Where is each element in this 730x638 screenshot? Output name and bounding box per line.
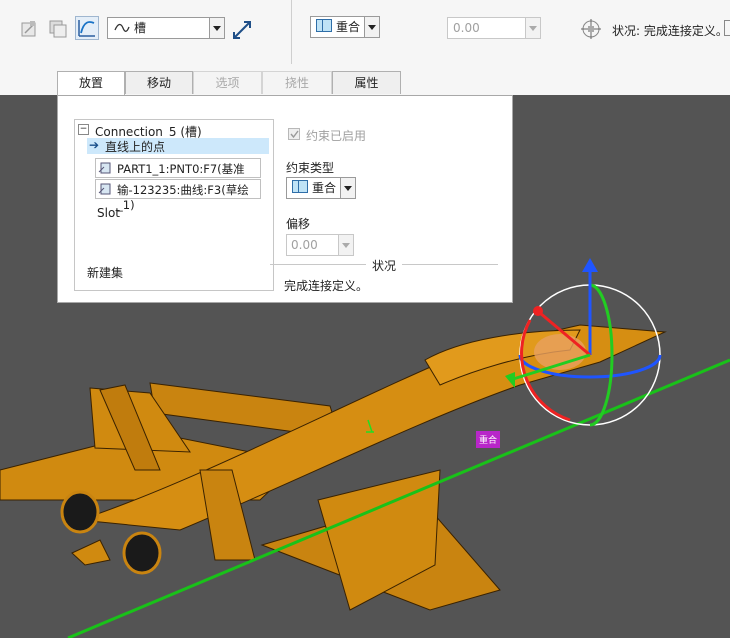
status-group-label: 状况 xyxy=(366,257,403,274)
engine-nozzle-right xyxy=(122,531,162,575)
reference-collector-2[interactable]: 输-123235:曲线:F3(草绘_1) xyxy=(95,179,261,212)
tab-move[interactable]: 移动 xyxy=(125,71,193,94)
aircraft-tail-cone xyxy=(71,539,111,566)
tab-placement[interactable]: 放置 xyxy=(57,71,125,96)
reference-collector-1[interactable]: PART1_1:PNT0:F7(基准点) xyxy=(95,158,261,192)
tab-properties[interactable]: 属性 xyxy=(332,71,401,94)
coincident-icon xyxy=(292,180,308,193)
offset-label: 偏移 xyxy=(286,217,311,231)
offset-input[interactable]: 0.00 xyxy=(447,17,541,39)
connection-tree: − Connection_5 (槽) ➔ 直线上的点 PART1_1:PNT0:… xyxy=(74,119,274,291)
panel-offset-value: 0.00 xyxy=(291,238,318,252)
sketch-icon xyxy=(98,182,112,196)
panel-status-text: 完成连接定义。 xyxy=(284,279,369,293)
chevron-down-icon[interactable] xyxy=(340,178,355,198)
chevron-down-icon[interactable] xyxy=(209,18,224,38)
tree-item-label: 直线上的点 xyxy=(105,140,166,154)
chevron-down-icon[interactable] xyxy=(525,18,540,38)
connection-type-select[interactable]: 槽 xyxy=(107,17,225,39)
tree-item-slot[interactable]: Slot xyxy=(97,206,120,220)
engine-nozzle-left xyxy=(60,490,100,534)
arrow-right-icon: ➔ xyxy=(89,138,100,152)
axis-arrow-blue-head xyxy=(582,258,598,272)
curve-motion-icon[interactable] xyxy=(75,16,99,40)
constraint-enabled-checkbox[interactable] xyxy=(288,128,300,140)
toolbar-separator xyxy=(291,0,292,64)
tree-item-point-on-line[interactable]: ➔ 直线上的点 xyxy=(87,138,269,154)
part-icon xyxy=(98,161,112,175)
tab-flexibility[interactable]: 挠性 xyxy=(262,71,332,94)
collapse-icon[interactable]: − xyxy=(78,124,89,135)
placement-panel: − Connection_5 (槽) ➔ 直线上的点 PART1_1:PNT0:… xyxy=(57,95,513,303)
reference-2-label: 输-123235:曲线:F3(草绘_1) xyxy=(117,183,249,212)
status-text: 状况: 完成连接定义。 xyxy=(612,24,728,38)
constraint-type-label: 约束类型 xyxy=(286,161,335,175)
constraint-type-value: 重合 xyxy=(336,20,361,34)
panel-offset-input[interactable]: 0.00 xyxy=(286,234,354,256)
dashboard-toolbar: 槽 重合 0.00 状况: 完成连接定义。 放置 移动 选项 挠性 属性 xyxy=(0,0,730,96)
offset-value: 0.00 xyxy=(453,21,480,35)
tab-options[interactable]: 选项 xyxy=(193,71,262,94)
axis-arrow-red-head xyxy=(533,306,543,316)
constraint-badge[interactable]: 重合 xyxy=(476,431,501,448)
flip-direction-icon[interactable] xyxy=(229,17,253,41)
chevron-down-icon[interactable] xyxy=(338,235,353,255)
chevron-down-icon[interactable] xyxy=(364,17,379,37)
constraint-enabled-label: 约束已启用 xyxy=(306,129,367,143)
copy-icon[interactable] xyxy=(46,17,70,41)
panel-constraint-type-value: 重合 xyxy=(312,181,337,195)
constraint-type-select[interactable]: 重合 xyxy=(310,16,380,38)
connection-type-value: 槽 xyxy=(134,21,147,35)
clipped-icon xyxy=(724,20,730,36)
slot-icon xyxy=(114,23,130,32)
move-component-icon[interactable] xyxy=(578,16,602,40)
panel-constraint-type-select[interactable]: 重合 xyxy=(286,177,356,199)
placement-icon[interactable] xyxy=(18,17,42,41)
new-set-link[interactable]: 新建集 xyxy=(87,264,123,281)
coincident-icon xyxy=(316,19,332,32)
